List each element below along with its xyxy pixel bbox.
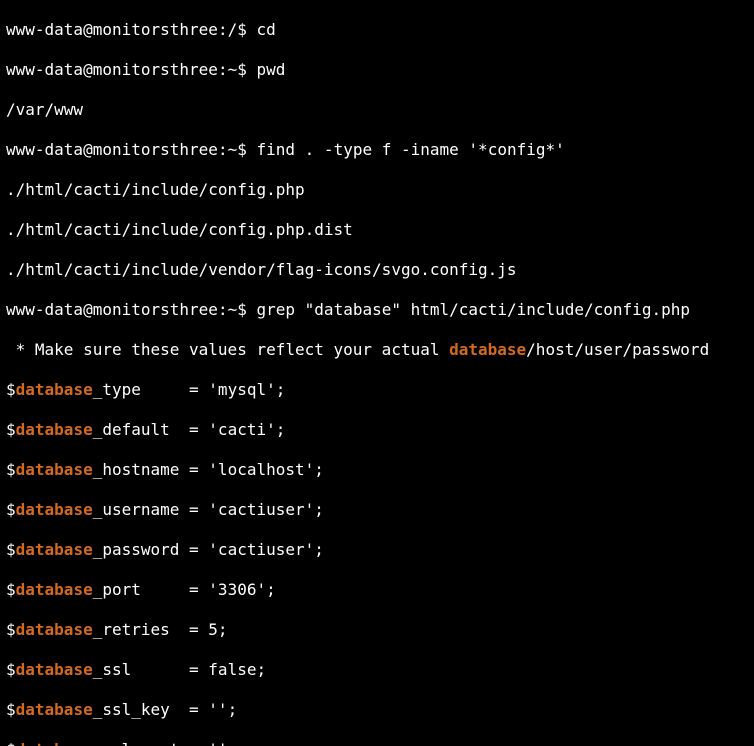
grep-line: $database_port = '3306'; bbox=[6, 580, 748, 600]
output-line: ./html/cacti/include/config.php bbox=[6, 180, 748, 200]
grep-match: database bbox=[16, 700, 93, 719]
command: pwd bbox=[257, 60, 286, 79]
grep-line: $database_ssl = false; bbox=[6, 660, 748, 680]
grep-line: $database_ssl_key = ''; bbox=[6, 700, 748, 720]
prompt-line: www-data@monitorsthree:~$ find . -type f… bbox=[6, 140, 748, 160]
output-line: /var/www bbox=[6, 100, 748, 120]
prompt: www-data@monitorsthree:/$ bbox=[6, 20, 257, 39]
grep-match: database bbox=[16, 460, 93, 479]
prompt-line: www-data@monitorsthree:~$ grep "database… bbox=[6, 300, 748, 320]
command: cd bbox=[257, 20, 276, 39]
prompt: www-data@monitorsthree:~$ bbox=[6, 300, 257, 319]
prompt-line: www-data@monitorsthree:/$ cd bbox=[6, 20, 748, 40]
grep-match: database bbox=[449, 340, 526, 359]
output-line: ./html/cacti/include/vendor/flag-icons/s… bbox=[6, 260, 748, 280]
prompt: www-data@monitorsthree:~$ bbox=[6, 60, 257, 79]
grep-match: database bbox=[16, 580, 93, 599]
grep-line: $database_username = 'cactiuser'; bbox=[6, 500, 748, 520]
grep-line: $database_password = 'cactiuser'; bbox=[6, 540, 748, 560]
grep-line: $database_hostname = 'localhost'; bbox=[6, 460, 748, 480]
grep-match: database bbox=[16, 740, 93, 746]
output-line: ./html/cacti/include/config.php.dist bbox=[6, 220, 748, 240]
grep-line: $database_ssl_cert = ''; bbox=[6, 740, 748, 746]
grep-line: $database_default = 'cacti'; bbox=[6, 420, 748, 440]
prompt-line: www-data@monitorsthree:~$ pwd bbox=[6, 60, 748, 80]
terminal-output[interactable]: www-data@monitorsthree:/$ cd www-data@mo… bbox=[0, 0, 754, 746]
grep-match: database bbox=[16, 380, 93, 399]
grep-match: database bbox=[16, 540, 93, 559]
grep-line: * Make sure these values reflect your ac… bbox=[6, 340, 748, 360]
grep-line: $database_retries = 5; bbox=[6, 620, 748, 640]
command: find . -type f -iname '*config*' bbox=[257, 140, 565, 159]
grep-match: database bbox=[16, 500, 93, 519]
command: grep "database" html/cacti/include/confi… bbox=[257, 300, 690, 319]
grep-match: database bbox=[16, 420, 93, 439]
grep-match: database bbox=[16, 620, 93, 639]
grep-line: $database_type = 'mysql'; bbox=[6, 380, 748, 400]
grep-match: database bbox=[16, 660, 93, 679]
prompt: www-data@monitorsthree:~$ bbox=[6, 140, 257, 159]
